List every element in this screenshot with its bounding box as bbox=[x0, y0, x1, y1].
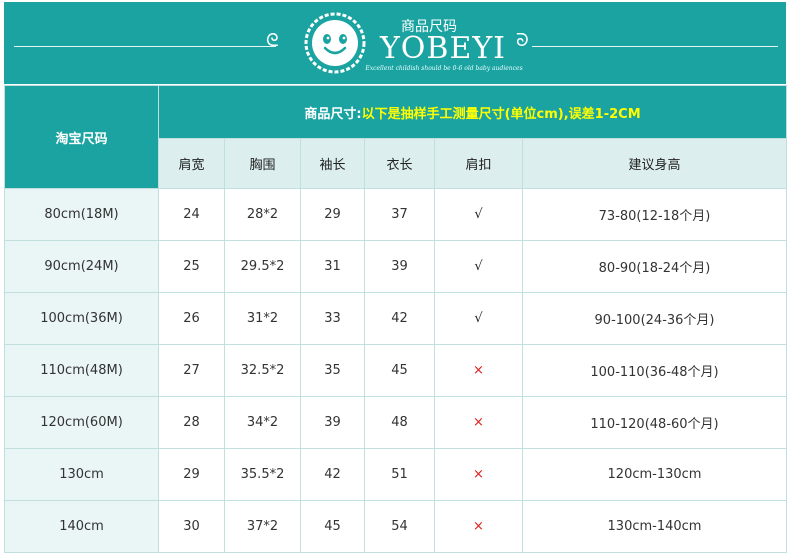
column-header-length: 衣长 bbox=[364, 138, 435, 189]
shoulder-cell: 25 bbox=[158, 240, 225, 293]
height-cell: 120cm-130cm bbox=[521, 448, 788, 501]
table-row: 140cm 30 37*2 45 54 × 130cm-140cm bbox=[4, 500, 788, 553]
table-row: 110cm(48M) 27 32.5*2 35 45 × 100-110(36-… bbox=[4, 344, 788, 397]
sleeve-cell: 33 bbox=[300, 292, 365, 345]
table-row: 100cm(36M) 26 31*2 33 42 √ 90-100(24-36个… bbox=[4, 292, 788, 345]
sleeve-cell: 42 bbox=[300, 448, 365, 501]
check-icon: √ bbox=[434, 188, 523, 241]
size-cell: 80cm(18M) bbox=[4, 188, 159, 241]
size-cell: 140cm bbox=[4, 500, 159, 553]
chest-cell: 35.5*2 bbox=[224, 448, 301, 501]
length-cell: 54 bbox=[364, 500, 435, 553]
table-row: 120cm(60M) 28 34*2 39 48 × 110-120(48-60… bbox=[4, 396, 788, 449]
sleeve-cell: 35 bbox=[300, 344, 365, 397]
brand-slogan: Excellent childish should be 0-6 old bab… bbox=[365, 65, 523, 72]
sleeve-cell: 29 bbox=[300, 188, 365, 241]
chest-cell: 28*2 bbox=[224, 188, 301, 241]
chest-cell: 31*2 bbox=[224, 292, 301, 345]
table-row: 80cm(18M) 24 28*2 29 37 √ 73-80(12-18个月) bbox=[4, 188, 788, 241]
shoulder-cell: 27 bbox=[158, 344, 225, 397]
table-row: 90cm(24M) 25 29.5*2 31 39 √ 80-90(18-24个… bbox=[4, 240, 788, 293]
shoulder-cell: 29 bbox=[158, 448, 225, 501]
brand-banner: ᘓ ᘐ 商品尺码 YOBEYI Excellent childish shoul… bbox=[4, 2, 786, 84]
cross-icon: × bbox=[434, 448, 523, 501]
chest-cell: 37*2 bbox=[224, 500, 301, 553]
height-cell: 110-120(48-60个月) bbox=[521, 396, 788, 449]
shoulder-cell: 24 bbox=[158, 188, 225, 241]
height-cell: 130cm-140cm bbox=[521, 500, 788, 553]
sleeve-cell: 39 bbox=[300, 396, 365, 449]
size-cell: 130cm bbox=[4, 448, 159, 501]
height-cell: 90-100(24-36个月) bbox=[521, 292, 788, 345]
banner-divider-left bbox=[14, 46, 276, 47]
height-cell: 73-80(12-18个月) bbox=[521, 188, 788, 241]
height-cell: 80-90(18-24个月) bbox=[521, 240, 788, 293]
sleeve-cell: 45 bbox=[300, 500, 365, 553]
column-header-suggested-height: 建议身高 bbox=[521, 138, 788, 189]
swirl-ornament-icon: ᘓ bbox=[266, 30, 279, 51]
table-row: 130cm 29 35.5*2 42 51 × 120cm-130cm bbox=[4, 448, 788, 501]
check-icon: √ bbox=[434, 292, 523, 345]
length-cell: 37 bbox=[364, 188, 435, 241]
column-header-sleeve: 袖长 bbox=[300, 138, 365, 189]
size-cell: 90cm(24M) bbox=[4, 240, 159, 293]
cross-icon: × bbox=[434, 396, 523, 449]
cross-icon: × bbox=[434, 500, 523, 553]
length-cell: 39 bbox=[364, 240, 435, 293]
column-header-shoulder: 肩宽 bbox=[158, 138, 225, 189]
size-cell: 120cm(60M) bbox=[4, 396, 159, 449]
measurement-title: 商品尺寸:以下是抽样手工测量尺寸(单位cm),误差1-2CM bbox=[157, 85, 788, 139]
column-header-shoulder-button: 肩扣 bbox=[434, 138, 523, 189]
length-cell: 42 bbox=[364, 292, 435, 345]
shoulder-cell: 26 bbox=[158, 292, 225, 345]
taobao-size-header: 淘宝尺码 bbox=[4, 85, 159, 189]
column-header-chest: 胸围 bbox=[224, 138, 301, 189]
measurement-title-note: 以下是抽样手工测量尺寸(单位cm),误差1-2CM bbox=[361, 106, 641, 122]
size-cell: 110cm(48M) bbox=[4, 344, 159, 397]
length-cell: 51 bbox=[364, 448, 435, 501]
cross-icon: × bbox=[434, 344, 523, 397]
chest-cell: 34*2 bbox=[224, 396, 301, 449]
size-chart-table: 淘宝尺码 商品尺寸:以下是抽样手工测量尺寸(单位cm),误差1-2CM 肩宽 胸… bbox=[4, 85, 788, 553]
length-cell: 48 bbox=[364, 396, 435, 449]
height-cell: 100-110(36-48个月) bbox=[521, 344, 788, 397]
banner-divider-right bbox=[532, 46, 778, 47]
shoulder-cell: 30 bbox=[158, 500, 225, 553]
measurement-title-prefix: 商品尺寸: bbox=[304, 106, 362, 122]
size-cell: 100cm(36M) bbox=[4, 292, 159, 345]
shoulder-cell: 28 bbox=[158, 396, 225, 449]
brand-name: YOBEYI bbox=[380, 31, 506, 66]
chest-cell: 32.5*2 bbox=[224, 344, 301, 397]
chest-cell: 29.5*2 bbox=[224, 240, 301, 293]
length-cell: 45 bbox=[364, 344, 435, 397]
check-icon: √ bbox=[434, 240, 523, 293]
sleeve-cell: 31 bbox=[300, 240, 365, 293]
